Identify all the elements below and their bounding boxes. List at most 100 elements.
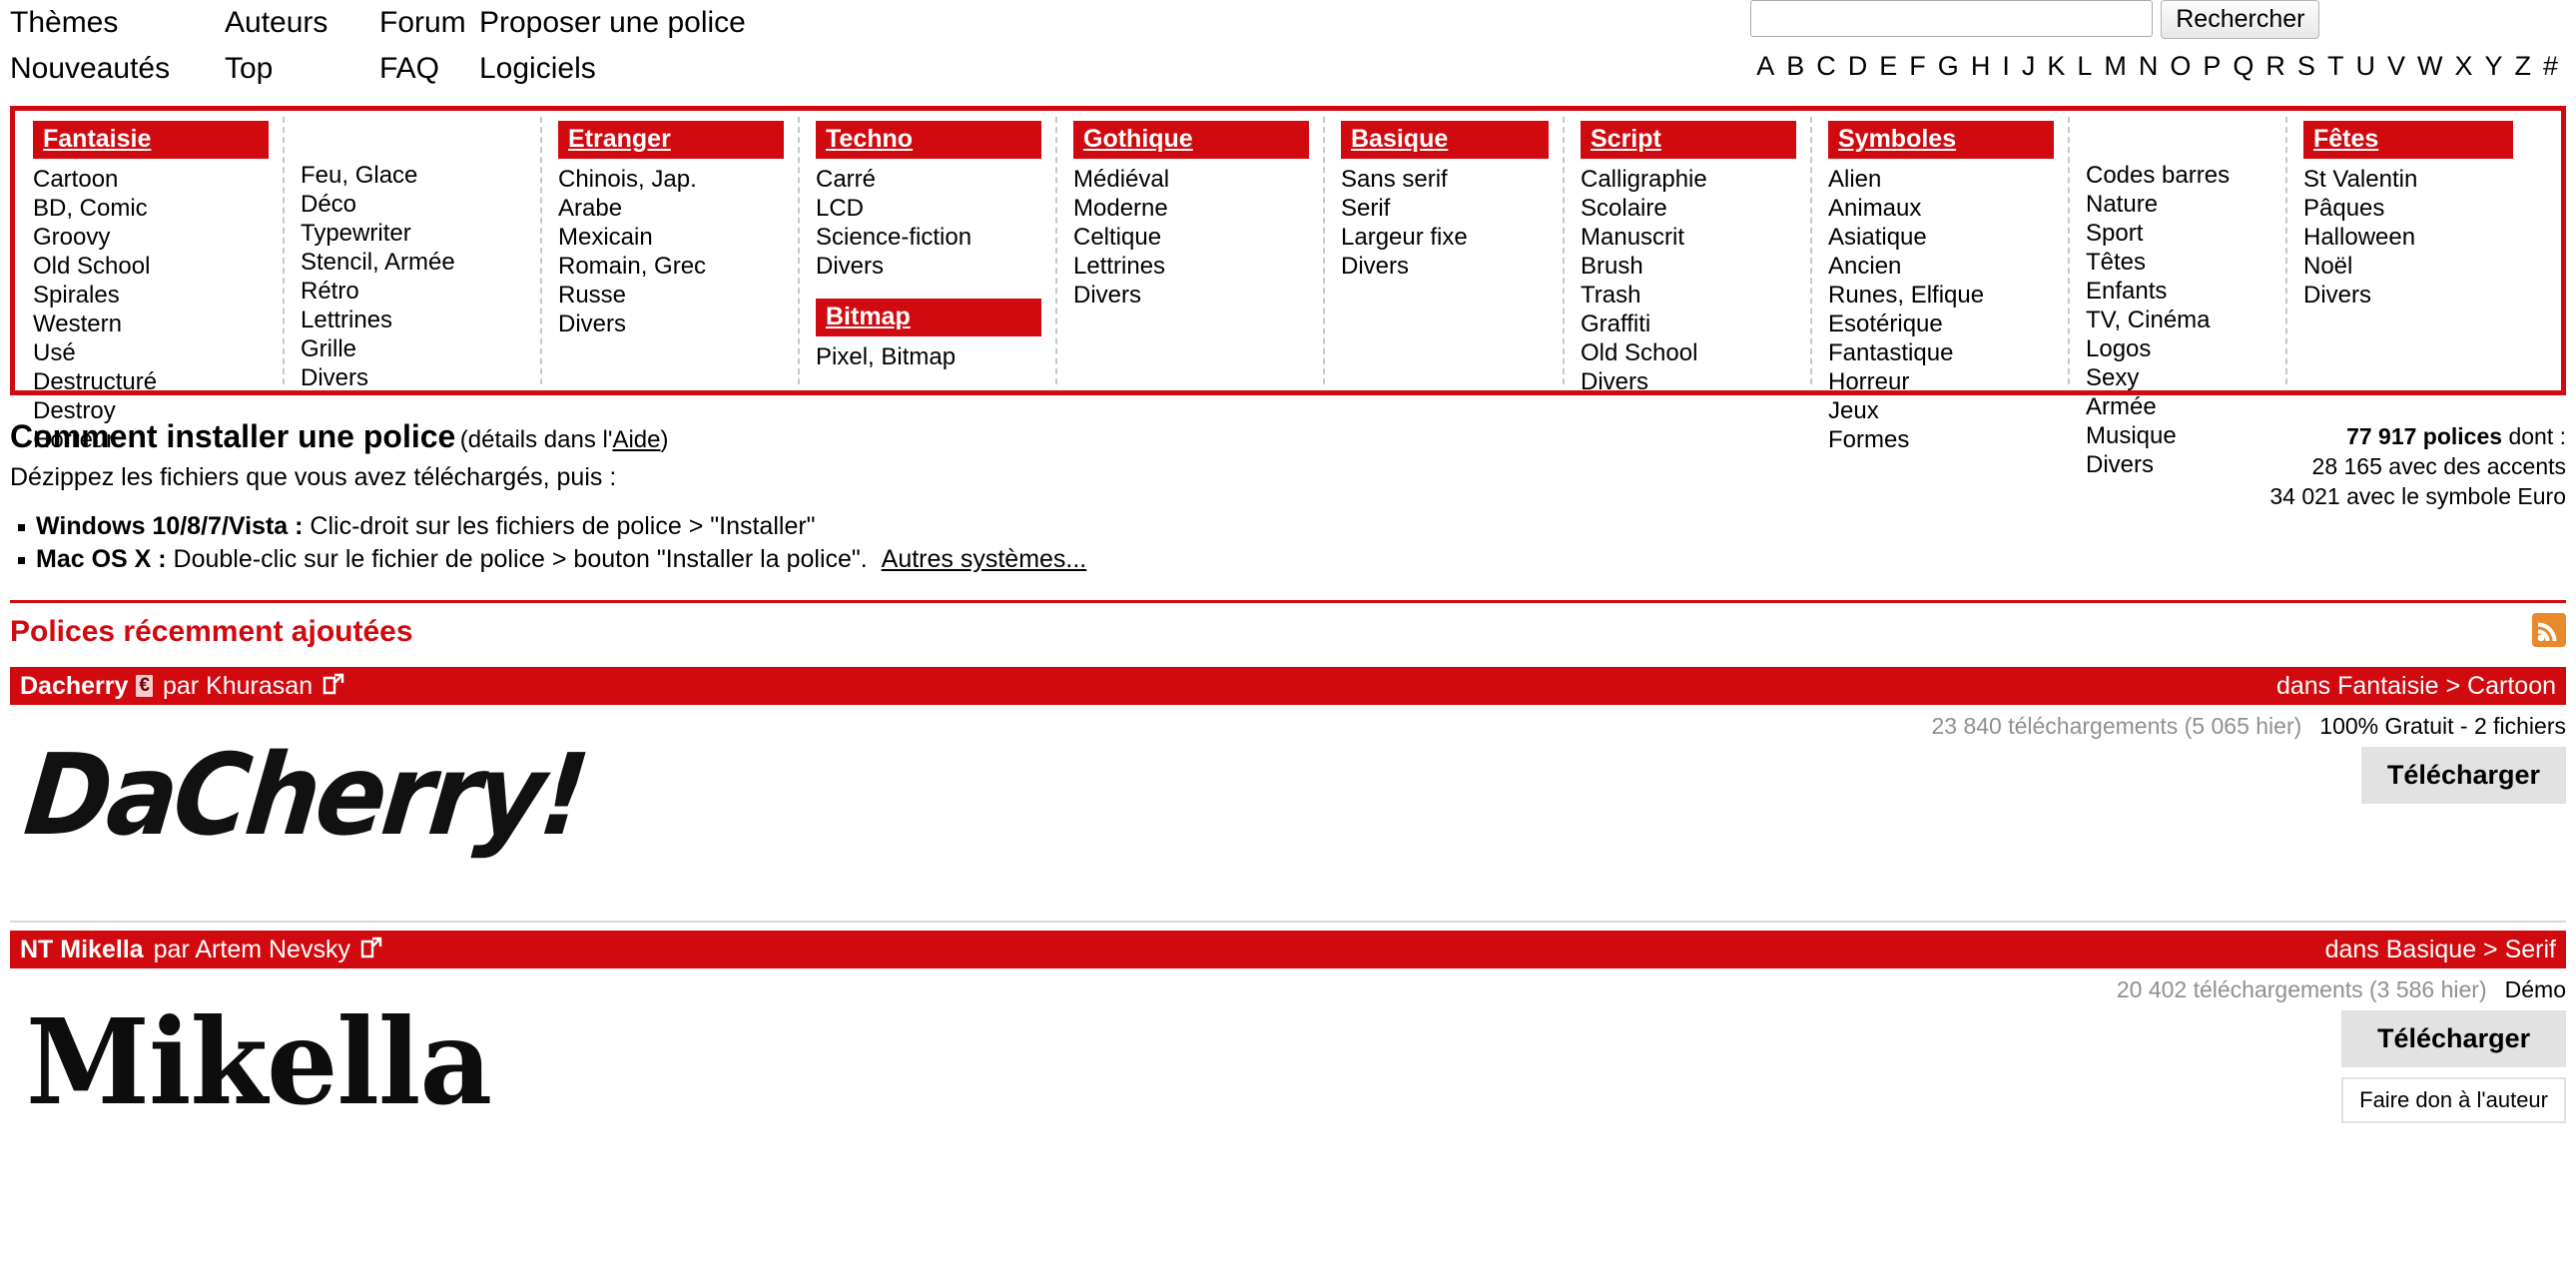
category-link-sans-serif[interactable]: Sans serif — [1341, 166, 1448, 193]
category-link-graffiti[interactable]: Graffiti — [1581, 311, 1650, 337]
category-link-sport[interactable]: Sport — [2086, 220, 2143, 247]
category-link-old-school[interactable]: Old School — [33, 253, 150, 280]
category-link-divers-etranger[interactable]: Divers — [558, 311, 626, 337]
alpha-link-hash[interactable]: # — [2537, 52, 2564, 80]
alpha-link-v[interactable]: V — [2381, 52, 2411, 80]
search-input[interactable] — [1750, 0, 2154, 37]
category-link-enfants[interactable]: Enfants — [2086, 278, 2167, 305]
category-link-tetes[interactable]: Têtes — [2086, 249, 2146, 276]
alpha-link-d[interactable]: D — [1842, 52, 1874, 80]
alpha-link-r[interactable]: R — [2259, 52, 2291, 80]
author-link-artem-nevsky[interactable]: Artem Nevsky — [195, 936, 350, 963]
category-link-armee[interactable]: Armée — [2086, 393, 2157, 420]
category-link-st-valentin[interactable]: St Valentin — [2303, 166, 2417, 193]
category-heading-gothique[interactable]: Gothique — [1073, 121, 1309, 159]
nav-item-forum[interactable]: Forum — [379, 6, 466, 39]
alpha-link-s[interactable]: S — [2291, 52, 2321, 80]
category-link-chinois-jap[interactable]: Chinois, Jap. — [558, 166, 697, 193]
category-link-bd-comic[interactable]: BD, Comic — [33, 195, 148, 222]
search-button[interactable]: Rechercher — [2161, 0, 2320, 39]
category-link-esoterique[interactable]: Esotérique — [1828, 311, 1943, 337]
alpha-link-u[interactable]: U — [2349, 52, 2381, 80]
alpha-link-p[interactable]: P — [2197, 52, 2227, 80]
category-link-paques[interactable]: Pâques — [2303, 195, 2384, 222]
category-link-lettrines[interactable]: Lettrines — [301, 307, 392, 333]
category-link-fantastique[interactable]: Fantastique — [1828, 339, 1953, 366]
category-heading-basique[interactable]: Basique — [1341, 121, 1549, 159]
category-link-grille[interactable]: Grille — [301, 335, 356, 362]
font-category-path-nt-mikella[interactable]: dans Basique > Serif — [2325, 936, 2556, 964]
category-link-science-fiction[interactable]: Science-fiction — [816, 224, 971, 251]
alpha-link-a[interactable]: A — [1750, 52, 1780, 80]
alpha-link-b[interactable]: B — [1780, 52, 1810, 80]
category-link-asiatique[interactable]: Asiatique — [1828, 224, 1927, 251]
category-link-divers-techno[interactable]: Divers — [816, 253, 884, 280]
category-link-feu-glace[interactable]: Feu, Glace — [301, 162, 417, 189]
download-button-nt-mikella[interactable]: Télécharger — [2341, 1010, 2566, 1068]
nav-item-faq[interactable]: FAQ — [379, 52, 439, 85]
external-link-icon-dacherry[interactable] — [322, 673, 344, 700]
download-button-dacherry[interactable]: Télécharger — [2360, 747, 2566, 805]
category-link-sexy[interactable]: Sexy — [2086, 364, 2139, 391]
category-heading-symboles[interactable]: Symboles — [1828, 121, 2054, 159]
category-link-retro[interactable]: Rétro — [301, 278, 359, 305]
alpha-link-h[interactable]: H — [1965, 52, 1997, 80]
category-link-deco[interactable]: Déco — [301, 191, 356, 218]
category-link-groovy[interactable]: Groovy — [33, 224, 110, 251]
category-link-typewriter[interactable]: Typewriter — [301, 220, 411, 247]
alpha-link-j[interactable]: J — [2016, 52, 2042, 80]
font-title-nt-mikella[interactable]: NT Mikella — [20, 936, 144, 964]
help-link[interactable]: Aide — [612, 426, 660, 453]
category-link-destructure[interactable]: Destructuré — [33, 368, 157, 395]
external-link-icon-nt-mikella[interactable] — [360, 937, 382, 963]
alpha-link-f[interactable]: F — [1903, 52, 1932, 80]
category-link-divers-script[interactable]: Divers — [1581, 368, 1648, 395]
nav-item-top[interactable]: Top — [225, 52, 273, 85]
category-link-russe[interactable]: Russe — [558, 282, 626, 309]
alpha-link-m[interactable]: M — [2098, 52, 2133, 80]
category-link-nature[interactable]: Nature — [2086, 191, 2158, 218]
category-link-trash[interactable]: Trash — [1581, 282, 1640, 309]
alpha-link-x[interactable]: X — [2448, 52, 2478, 80]
category-heading-bitmap[interactable]: Bitmap — [816, 299, 1041, 336]
category-link-calligraphie[interactable]: Calligraphie — [1581, 166, 1707, 193]
category-link-lcd[interactable]: LCD — [816, 195, 864, 222]
category-link-use[interactable]: Usé — [33, 339, 76, 366]
alpha-link-c[interactable]: C — [1810, 52, 1842, 80]
donate-button-nt-mikella[interactable]: Faire don à l'auteur — [2341, 1077, 2566, 1124]
category-link-stencil-armee[interactable]: Stencil, Armée — [301, 249, 455, 276]
category-link-mexicain[interactable]: Mexicain — [558, 224, 653, 251]
alpha-link-i[interactable]: I — [1996, 52, 2016, 80]
category-link-horreur-symboles[interactable]: Horreur — [1828, 368, 1909, 395]
category-link-scolaire[interactable]: Scolaire — [1581, 195, 1667, 222]
alpha-link-q[interactable]: Q — [2227, 52, 2259, 80]
category-link-lettrines-gothique[interactable]: Lettrines — [1073, 253, 1165, 280]
alpha-link-g[interactable]: G — [1932, 52, 1965, 80]
category-link-divers-gothique[interactable]: Divers — [1073, 282, 1141, 309]
font-title-dacherry[interactable]: Dacherry — [20, 672, 128, 701]
alpha-link-z[interactable]: Z — [2508, 52, 2537, 80]
category-link-alien[interactable]: Alien — [1828, 166, 1881, 193]
alpha-link-l[interactable]: L — [2071, 52, 2098, 80]
category-link-codes-barres[interactable]: Codes barres — [2086, 162, 2230, 189]
category-link-runes-elfique[interactable]: Runes, Elfique — [1828, 282, 1984, 309]
rss-icon[interactable] — [2532, 613, 2566, 652]
category-link-celtique[interactable]: Celtique — [1073, 224, 1161, 251]
author-link-khurasan[interactable]: Khurasan — [206, 672, 313, 700]
category-heading-techno[interactable]: Techno — [816, 121, 1041, 159]
alpha-link-t[interactable]: T — [2321, 52, 2350, 80]
alpha-link-y[interactable]: Y — [2478, 52, 2508, 80]
category-link-tv-cinema[interactable]: TV, Cinéma — [2086, 307, 2211, 333]
category-link-romain-grec[interactable]: Romain, Grec — [558, 253, 706, 280]
nav-item-themes[interactable]: Thèmes — [10, 6, 118, 39]
alpha-link-w[interactable]: W — [2411, 52, 2448, 80]
category-link-divers-fetes[interactable]: Divers — [2303, 282, 2371, 309]
nav-item-nouveautes[interactable]: Nouveautés — [10, 52, 170, 85]
other-systems-link[interactable]: Autres systèmes... — [882, 545, 1087, 573]
alpha-link-e[interactable]: E — [1873, 52, 1903, 80]
category-heading-script[interactable]: Script — [1581, 121, 1796, 159]
category-link-spirales[interactable]: Spirales — [33, 282, 120, 309]
alpha-link-k[interactable]: K — [2041, 52, 2071, 80]
category-link-manuscrit[interactable]: Manuscrit — [1581, 224, 1684, 251]
font-category-path-dacherry[interactable]: dans Fantaisie > Cartoon — [2276, 672, 2556, 701]
